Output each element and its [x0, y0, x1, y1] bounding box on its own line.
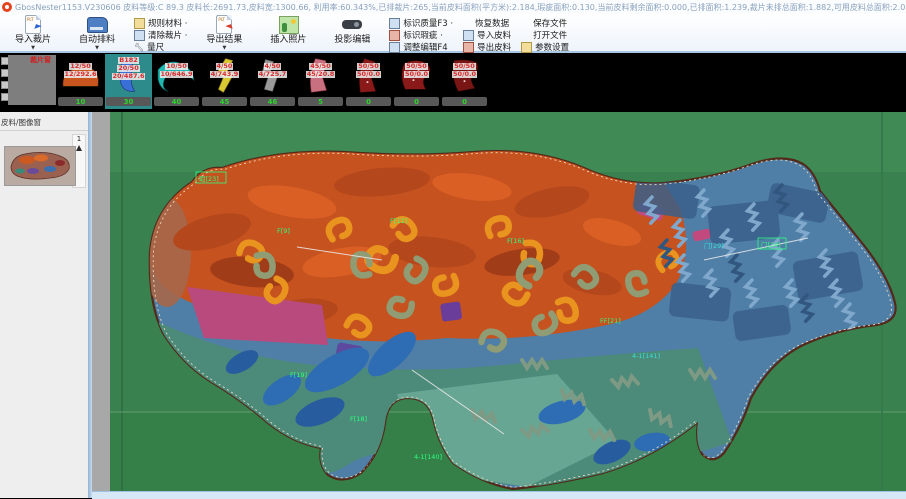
canvas-left-margin: [92, 112, 110, 498]
main-toolbar: PLT 导入裁片 ▼ 自动排料 ▼ 规则材料 · 清除裁片 · 🔧︎ 量尺 PL…: [0, 14, 906, 53]
parameter-settings-icon: [521, 42, 532, 53]
rule-material-icon: [134, 18, 145, 29]
adjust-edit-item[interactable]: 调整编辑F4: [389, 41, 453, 53]
projection-edit-button[interactable]: 投影编辑: [325, 15, 379, 46]
svg-text:F[9]: F[9]: [277, 227, 290, 235]
clear-pieces-icon: [134, 30, 145, 41]
export-result-icon: PLT: [212, 15, 236, 35]
piece-count-bar: 10: [58, 97, 103, 106]
dock-icon-column: [0, 53, 8, 112]
piece-count-bar: 5: [298, 97, 343, 106]
piece-count-bar: 40: [154, 97, 199, 106]
mark-menu-stack: 标识质量F3 · 标识瑕疵 · 调整编辑F4: [389, 15, 453, 53]
piece-count-bar: 0: [442, 97, 487, 106]
piece-count-bar: 0: [346, 97, 391, 106]
data-menu-stack: 恢复数据 导入皮料 导出皮料: [463, 15, 511, 53]
nesting-canvas[interactable]: 瑕[23] F[9] F[11] F[16] FF[21] F[19] F[18…: [92, 112, 906, 498]
auto-nest-icon: [85, 15, 109, 35]
piece-cell[interactable]: 50/5050/0.0 0: [441, 54, 488, 109]
piece-cell[interactable]: 12/5012/292.6 10: [57, 54, 104, 109]
mark-defect-icon: [389, 30, 400, 41]
hide-image-panel: 皮料/图像窗 1: [0, 112, 88, 498]
piece-cell[interactable]: 4/504/725.7 46: [249, 54, 296, 109]
svg-text:门[29]: 门[29]: [704, 241, 724, 250]
parameter-settings-item[interactable]: 参数设置: [521, 41, 569, 53]
open-file-item[interactable]: 打开文件: [521, 29, 569, 41]
hide-page-number: 1: [77, 135, 81, 143]
hide-thumb-icon: [76, 145, 82, 151]
svg-text:F[19]: F[19]: [290, 371, 307, 379]
piece-count-bar: 46: [250, 97, 295, 106]
piece-count-bar: 45: [202, 97, 247, 106]
piece-cell-selected[interactable]: B182 20/5020/487.6 30: [105, 54, 152, 109]
rule-material-item[interactable]: 规则材料 ·: [134, 17, 187, 29]
adjust-edit-icon: [389, 42, 400, 53]
wrench-icon: 🔧︎: [134, 43, 144, 52]
file-menu-stack: 保存文件 打开文件 参数设置: [521, 15, 569, 53]
restore-data-item[interactable]: 恢复数据: [463, 17, 511, 29]
export-hide-icon: [463, 42, 474, 53]
svg-text:门[24]: 门[24]: [761, 240, 781, 249]
piece-cell[interactable]: 50/5050/0.0 0: [345, 54, 392, 109]
hide-thumbnail[interactable]: [4, 146, 76, 186]
dropdown-caret-icon: ▼: [222, 46, 226, 50]
title-bar: GbosNester1153.V230606 皮料等级:C 89.3 皮料长:2…: [0, 0, 906, 14]
svg-text:FF[21]: FF[21]: [600, 317, 621, 325]
window-title: GbosNester1153.V230606 皮料等级:C 89.3 皮料长:2…: [15, 2, 906, 13]
save-file-item[interactable]: 保存文件: [521, 17, 569, 29]
piece-cell[interactable]: 45/5045/20.8 5: [297, 54, 344, 109]
mark-quality-icon: [389, 18, 400, 29]
insert-photo-button[interactable]: 插入照片: [261, 15, 315, 46]
dropdown-caret-icon: ▼: [31, 46, 35, 50]
import-pieces-button[interactable]: PLT 导入裁片 ▼: [6, 15, 60, 50]
svg-text:F[11]: F[11]: [390, 217, 407, 225]
svg-text:F[18]: F[18]: [350, 415, 367, 423]
material-menu-stack: 规则材料 · 清除裁片 · 🔧︎ 量尺: [134, 15, 187, 53]
svg-text:4-1[141]: 4-1[141]: [632, 352, 660, 360]
clear-pieces-item[interactable]: 清除裁片 ·: [134, 29, 187, 41]
auto-nest-button[interactable]: 自动排料 ▼: [70, 15, 124, 50]
piece-cell[interactable]: 4/504/743.9 45: [201, 54, 248, 109]
projection-edit-icon: [340, 15, 364, 35]
mark-defect-item[interactable]: 标识瑕疵 ·: [389, 29, 453, 41]
import-pieces-icon: PLT: [21, 15, 45, 35]
insert-photo-icon: [276, 15, 300, 35]
piece-count-bar: 0: [394, 97, 439, 106]
svg-text:F[16]: F[16]: [507, 237, 524, 245]
hide-image-panel-label: 皮料/图像窗: [0, 112, 88, 131]
dropdown-caret-icon: ▼: [95, 46, 99, 50]
pieces-strip: 裁片窗 12/5012/292.6 10 B182 20/5020/487.6 …: [0, 53, 906, 112]
svg-text:瑕[23]: 瑕[23]: [199, 175, 219, 183]
piece-count-bar: 30: [106, 97, 151, 106]
svg-text:4-1[140]: 4-1[140]: [414, 453, 442, 461]
pieces-window-label: 裁片窗: [30, 55, 51, 65]
export-result-button[interactable]: PLT 导出结果 ▼: [197, 15, 251, 50]
import-hide-icon: [463, 30, 474, 41]
ruler-item[interactable]: 🔧︎ 量尺: [134, 41, 187, 53]
piece-cell[interactable]: 10/5010/646.9 40: [153, 54, 200, 109]
piece-cell[interactable]: 50/5050/0.0 0: [393, 54, 440, 109]
import-hide-item[interactable]: 导入皮料: [463, 29, 511, 41]
app-logo-icon: [2, 2, 12, 12]
export-hide-item[interactable]: 导出皮料: [463, 41, 511, 53]
mark-quality-item[interactable]: 标识质量F3 ·: [389, 17, 453, 29]
